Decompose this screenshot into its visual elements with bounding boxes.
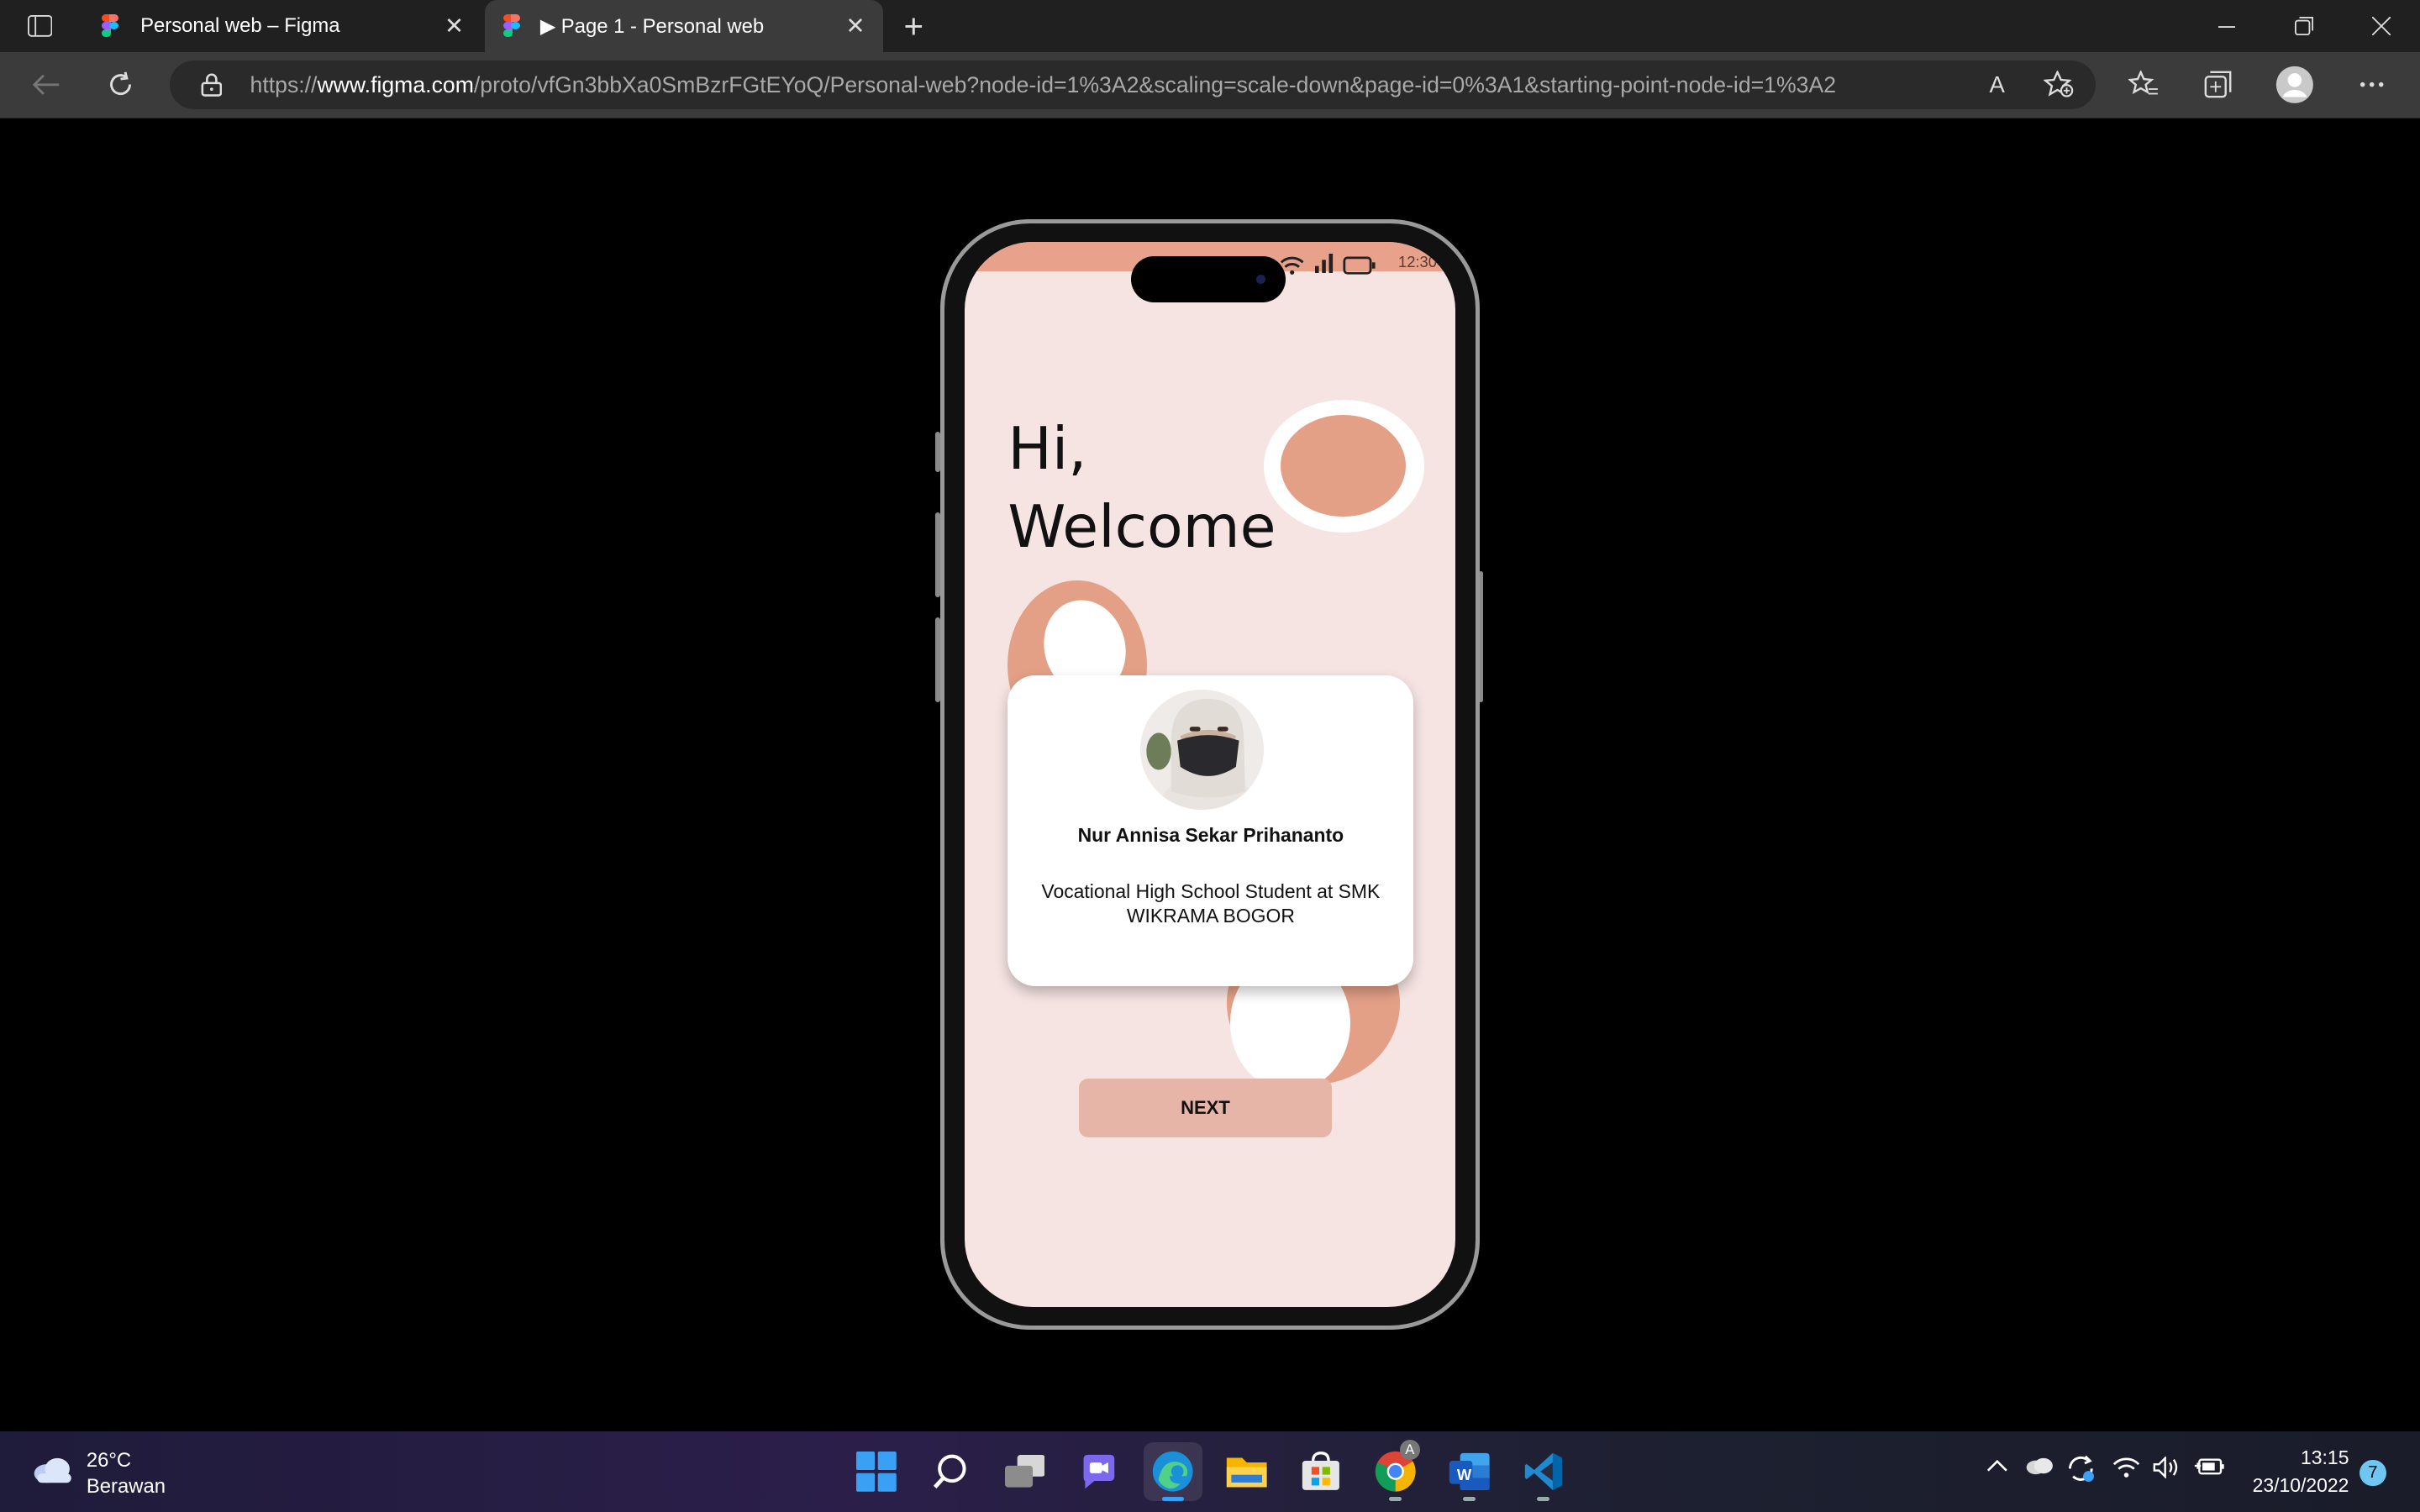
new-tab-icon[interactable]: +	[886, 0, 941, 52]
read-aloud-icon[interactable]: A	[1970, 52, 2025, 117]
volume-icon[interactable]	[2153, 1455, 2181, 1484]
url-path: /proto/vfGn3bbXa0SmBzrFGtEYoQ/Personal-w…	[473, 71, 1837, 97]
running-indicator	[1537, 1496, 1550, 1502]
phone-volume-up-button	[935, 512, 940, 597]
url-scheme: https://	[250, 71, 318, 97]
signal-icon	[1314, 251, 1334, 280]
favorites-icon[interactable]	[2116, 52, 2171, 117]
running-indicator	[1389, 1496, 1402, 1502]
word-letter: W	[1456, 1465, 1472, 1483]
add-favorite-icon[interactable]	[2031, 52, 2086, 117]
search-icon[interactable]	[922, 1442, 981, 1501]
weather-label: Berawan	[86, 1475, 166, 1499]
minimize-icon[interactable]	[2188, 0, 2265, 52]
more-icon[interactable]	[2344, 52, 2400, 117]
refresh-icon[interactable]	[92, 52, 148, 117]
figma-logo-icon	[102, 13, 119, 39]
vscode-icon[interactable]	[1514, 1442, 1573, 1502]
decorative-blob	[1281, 415, 1407, 517]
phone-volume-down-button	[935, 617, 940, 702]
sidebar-icon[interactable]	[13, 0, 68, 52]
camera-dot	[1256, 274, 1266, 284]
tab-label: Personal web – Figma	[140, 14, 340, 38]
wifi-tray-icon[interactable]	[2112, 1457, 2140, 1484]
address-bar[interactable]: https://www.figma.com/proto/vfGn3bbXa0Sm…	[170, 60, 2096, 110]
word-icon[interactable]: W	[1440, 1442, 1499, 1502]
chrome-icon[interactable]: A	[1365, 1439, 1424, 1502]
back-icon[interactable]	[18, 52, 74, 117]
clock[interactable]: 13:15 23/10/2022	[2253, 1444, 2349, 1499]
chat-icon[interactable]	[1070, 1442, 1128, 1501]
collections-icon[interactable]	[2190, 52, 2245, 117]
active-indicator	[1162, 1496, 1184, 1502]
dynamic-island	[1131, 255, 1286, 302]
status-time: 12:30	[1398, 253, 1437, 271]
profile-name: Nur Annisa Sekar Prihananto	[1077, 823, 1344, 846]
greeting-hi: Hi,	[1007, 414, 1087, 483]
clock-date: 23/10/2022	[2252, 1474, 2349, 1497]
url-host: www.figma.com	[317, 71, 474, 97]
store-icon[interactable]	[1292, 1442, 1350, 1501]
wifi-icon	[1280, 253, 1304, 281]
profile-icon[interactable]	[2267, 52, 2323, 117]
profile-card: Nur Annisa Sekar Prihananto Vocational H…	[1007, 675, 1414, 986]
url-text[interactable]: https://www.figma.com/proto/vfGn3bbXa0Sm…	[250, 60, 1948, 110]
chrome-profile-badge: A	[1399, 1439, 1420, 1460]
cloud-icon	[31, 1457, 74, 1484]
battery-icon	[1343, 253, 1376, 281]
sync-icon[interactable]	[2065, 1453, 2096, 1490]
close-tab-icon[interactable]: ✕	[445, 13, 464, 39]
clock-time: 13:15	[2301, 1446, 2349, 1469]
greeting-welcome: Welcome	[1007, 493, 1276, 562]
navigation-bar: https://www.figma.com/proto/vfGn3bbXa0Sm…	[0, 52, 2420, 118]
tab-bar: Personal web – Figma ✕ ▶ Page 1 - Person…	[0, 0, 2420, 53]
lock-icon[interactable]	[201, 72, 223, 103]
file-explorer-icon[interactable]	[1218, 1442, 1276, 1501]
show-hidden-icons-icon[interactable]	[1986, 1457, 2008, 1480]
start-icon[interactable]	[847, 1442, 906, 1501]
close-window-icon[interactable]	[2343, 0, 2420, 52]
weather-widget[interactable]: 26°C Berawan	[31, 1447, 166, 1499]
running-indicator	[1463, 1496, 1476, 1502]
next-button[interactable]: NEXT	[1078, 1078, 1333, 1137]
restore-icon[interactable]	[2265, 0, 2343, 52]
tab-prototype[interactable]: ▶ Page 1 - Personal web ✕	[484, 0, 883, 53]
edge-icon[interactable]	[1143, 1442, 1202, 1502]
taskbar: 26°C Berawan A W 13:15 23/10/2022 7	[0, 1431, 2420, 1512]
temperature: 26°C	[86, 1448, 132, 1472]
task-view-icon[interactable]	[996, 1442, 1055, 1501]
profile-role: Vocational High School Student at SMK WI…	[1041, 879, 1381, 927]
phone-action-button	[935, 432, 940, 473]
onedrive-icon[interactable]	[2023, 1457, 2054, 1481]
tab-figma-editor[interactable]: Personal web – Figma ✕	[87, 0, 481, 52]
tab-label: ▶ Page 1 - Personal web	[539, 14, 765, 38]
battery-tray-icon[interactable]	[2193, 1457, 2224, 1484]
close-tab-icon[interactable]: ✕	[846, 13, 865, 39]
notification-badge[interactable]: 7	[2360, 1459, 2386, 1486]
figma-logo-icon	[502, 13, 520, 39]
prototype-screen: 12:30 Hi, Welcome Nur Annisa Sekar Priha…	[964, 242, 1455, 1307]
avatar	[1140, 689, 1265, 811]
